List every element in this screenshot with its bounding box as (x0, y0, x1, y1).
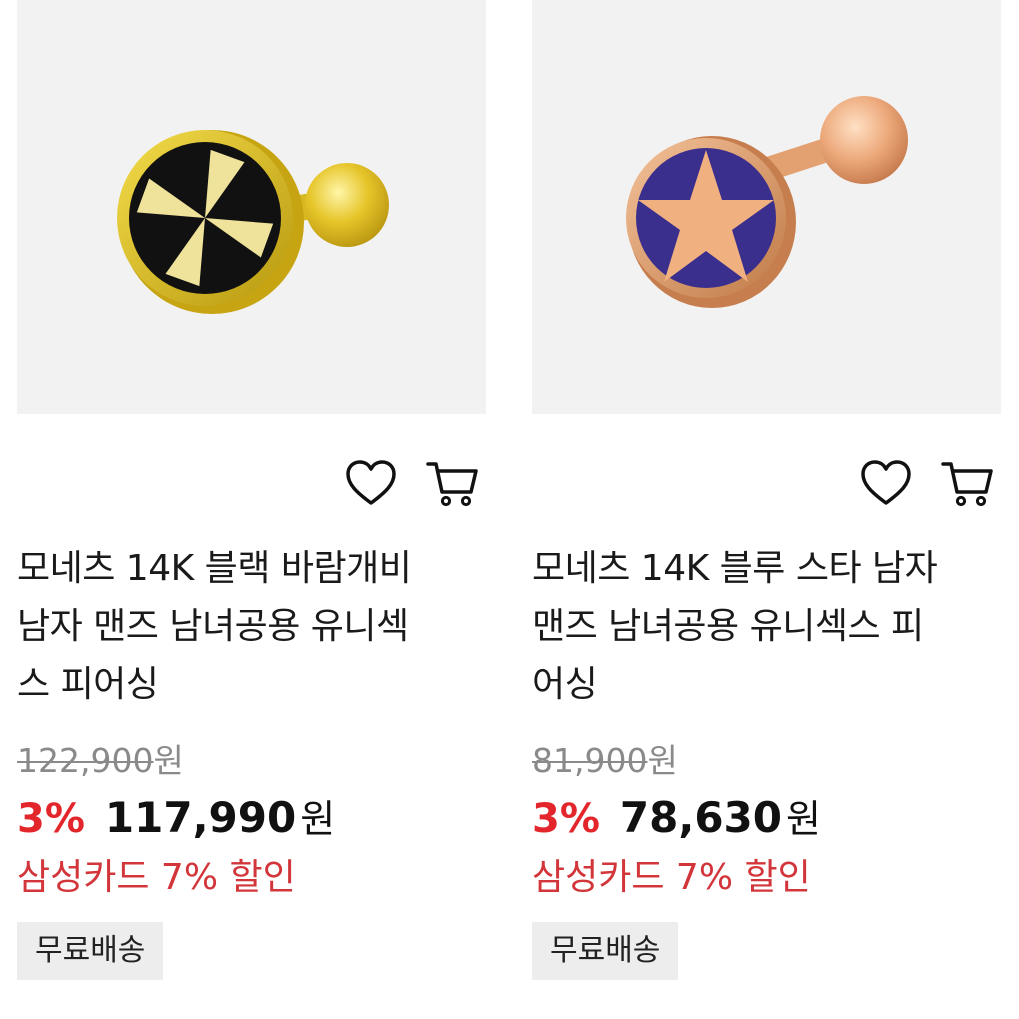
add-to-cart-icon[interactable] (425, 456, 481, 512)
earring-illustration (117, 130, 389, 314)
product-title[interactable]: 모네츠 14K 블랙 바람개비 남자 맨즈 남녀공용 유니섹 스 피어싱 (17, 540, 477, 714)
title-line: 맨즈 남녀공용 유니섹스 피 (532, 606, 924, 647)
title-line: 어싱 (532, 664, 598, 705)
original-price: 122,900원 (17, 734, 184, 782)
card-discount-text: 삼성카드 7% 할인 (532, 857, 811, 898)
free-shipping-badge: 무료배송 (532, 922, 679, 980)
original-price-value: 81,900 (532, 741, 648, 780)
card-discount-text: 삼성카드 7% 할인 (17, 857, 296, 898)
earring-illustration (626, 96, 908, 308)
price-row: 3% 78,630 원 (532, 788, 821, 844)
title-line: 모네츠 14K 블랙 바람개비 (17, 548, 412, 589)
title-line: 모네츠 14K 블루 스타 남자 (532, 548, 938, 589)
sale-price-unit: 원 (786, 797, 821, 841)
product-card[interactable]: 모네츠 14K 블루 스타 남자 맨즈 남녀공용 유니섹스 피 어싱 81,90… (532, 0, 1001, 1019)
price-row: 3% 117,990 원 (17, 788, 335, 844)
title-line: 스 피어싱 (17, 664, 159, 705)
sale-price: 78,630 (619, 793, 782, 842)
original-price-unit: 원 (153, 741, 184, 780)
discount-rate: 3% (532, 796, 600, 842)
original-price: 81,900원 (532, 734, 678, 782)
wishlist-heart-icon[interactable] (858, 456, 914, 512)
product-title[interactable]: 모네츠 14K 블루 스타 남자 맨즈 남녀공용 유니섹스 피 어싱 (532, 540, 992, 714)
discount-rate: 3% (17, 796, 85, 842)
wishlist-heart-icon[interactable] (343, 456, 399, 512)
sale-price-unit: 원 (300, 797, 336, 841)
sale-price: 117,990 (104, 793, 297, 842)
product-image-star[interactable] (532, 0, 1001, 414)
title-line: 남자 맨즈 남녀공용 유니섹 (17, 606, 409, 647)
original-price-value: 122,900 (17, 741, 154, 780)
free-shipping-badge: 무료배송 (17, 922, 164, 980)
original-price-unit: 원 (647, 741, 678, 780)
product-image-pinwheel[interactable] (17, 0, 486, 414)
add-to-cart-icon[interactable] (940, 456, 996, 512)
product-card[interactable]: 모네츠 14K 블랙 바람개비 남자 맨즈 남녀공용 유니섹 스 피어싱 122… (17, 0, 486, 1019)
